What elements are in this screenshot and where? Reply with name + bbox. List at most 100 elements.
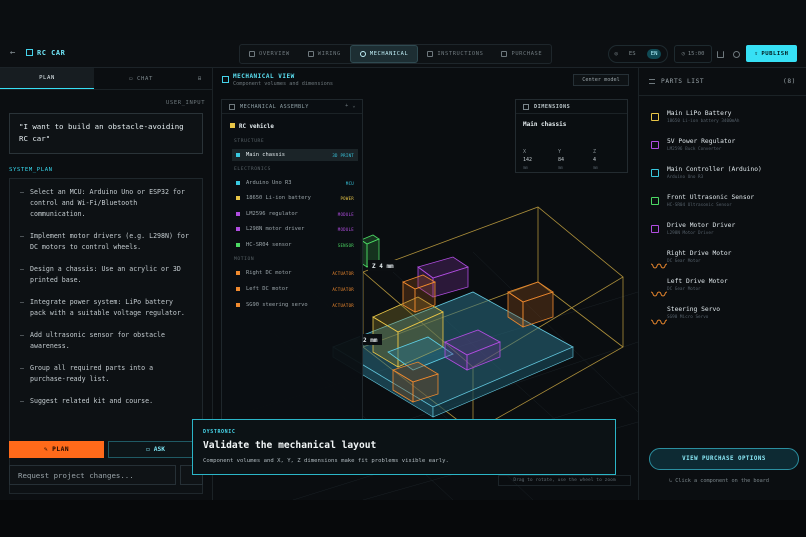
part-name: Left Drive Motor <box>667 278 728 285</box>
part-sub: HC-SR04 Ultrasonic Sensor <box>667 203 732 208</box>
part-sub: 18650 Li-ion battery 3400mAh <box>667 119 740 124</box>
tree-root[interactable]: RC vehicle <box>230 123 274 130</box>
item-tag: 3D PRINT <box>332 152 354 158</box>
chat-icon: ▭ <box>129 75 134 82</box>
tree-item-right-motor[interactable]: Right DC motor ACTUATOR <box>232 267 358 279</box>
tree-item-motor-driver[interactable]: L298N motor driver MODULE <box>232 223 358 235</box>
time-display[interactable]: ◷ 15:00 <box>674 45 712 63</box>
color-swatch <box>236 287 240 291</box>
plan-step: Group all required parts into a purchase… <box>20 363 192 385</box>
plan-button[interactable]: ✎ PLAN <box>9 441 104 458</box>
tab-mechanical[interactable]: MECHANICAL <box>349 45 419 63</box>
cube-icon <box>26 49 33 56</box>
tree-item-sensor[interactable]: HC-SR04 sensor SENSOR <box>232 239 358 251</box>
drag-hint: Drag to rotate, use the wheel to zoom <box>498 475 631 486</box>
item-label: LM2596 regulator <box>246 211 298 217</box>
item-tag: MCU <box>345 180 354 186</box>
dim-z-label: Z <box>593 149 597 155</box>
section-motion: MOTION <box>234 257 255 262</box>
tree-item-left-motor[interactable]: Left DC motor ACTUATOR <box>232 283 358 295</box>
tab-wiring[interactable]: WIRING <box>299 45 350 63</box>
publish-button[interactable]: ⇪ PUBLISH <box>746 45 797 62</box>
plan-button-label: PLAN <box>52 446 70 453</box>
view-purchase-options-button[interactable]: VIEW PURCHASE OPTIONS <box>649 448 799 470</box>
globe-icon[interactable]: ◎ <box>615 51 618 57</box>
dimension-z-label: Z 4 mm <box>368 260 396 271</box>
callout-text: Component volumes and X, Y, Z dimensions… <box>203 458 449 464</box>
item-tag: ACTUATOR <box>332 286 354 292</box>
language-switch: ◎ ES EN <box>608 45 668 63</box>
request-input[interactable]: Request project changes... <box>9 465 176 485</box>
tree-item-battery[interactable]: 18650 Li-ion battery POWER <box>232 192 358 204</box>
part-name: Main Controller (Arduino) <box>667 166 762 173</box>
plan-step: Select an MCU: Arduino Uno or ESP32 for … <box>20 187 192 220</box>
app-window: ← RC CAR OVERVIEW WIRING MECHANICAL INST… <box>0 0 806 500</box>
globe-icon[interactable] <box>733 51 740 58</box>
ruler-icon <box>523 104 529 110</box>
dimension-part-name: Main chassis <box>523 121 567 128</box>
top-bar: ← RC CAR OVERVIEW WIRING MECHANICAL INST… <box>0 40 806 68</box>
tree-item-main-chassis[interactable]: Main chassis 3D PRINT <box>232 149 358 161</box>
part-name: Right Drive Motor <box>667 250 732 257</box>
ask-button-label: ASK <box>153 446 165 453</box>
chevron-down-icon[interactable]: + ⌄ <box>345 103 356 109</box>
download-icon[interactable] <box>717 51 724 58</box>
tab-label: PURCHASE <box>511 51 543 57</box>
parts-list-title: PARTS LIST <box>661 78 705 85</box>
time-value: 15:00 <box>687 51 705 57</box>
tab-chat[interactable]: ▭ CHAT <box>94 68 188 89</box>
project-title: RC CAR <box>26 49 65 57</box>
part-name: Steering Servo <box>667 306 721 313</box>
dim-x: X 142 mm <box>523 148 532 172</box>
dim-x-value: 142 <box>523 157 533 163</box>
dim-y-label: Y <box>558 149 562 155</box>
tab-overview[interactable]: OVERVIEW <box>240 45 299 63</box>
dimension-x-label: 2 mm <box>360 334 382 345</box>
item-label: Right DC motor <box>246 270 292 276</box>
servo-block[interactable] <box>402 274 436 313</box>
part-sub: Arduino Uno R3 <box>667 175 704 180</box>
back-arrow-icon[interactable]: ← <box>10 48 15 58</box>
callout-title: Validate the mechanical layout <box>203 440 377 451</box>
view-tabs: OVERVIEW WIRING MECHANICAL INSTRUCTIONS … <box>239 44 553 64</box>
tab-label: OVERVIEW <box>259 51 290 57</box>
color-swatch <box>236 227 240 231</box>
tab-label: MECHANICAL <box>369 51 409 57</box>
color-swatch <box>236 271 240 275</box>
mechanical-assembly-panel: MECHANICAL ASSEMBLY + ⌄ RC vehicle STRUCT… <box>221 99 363 456</box>
tree-root-label: RC vehicle <box>239 124 274 130</box>
cart-icon <box>501 51 508 57</box>
share-icon: ⇪ <box>754 50 759 57</box>
z-dim-text: Z 4 mm <box>372 263 394 270</box>
lang-en-button[interactable]: EN <box>646 49 662 59</box>
tab-plan[interactable]: PLAN <box>0 68 94 89</box>
panel-toggle-icon[interactable]: ⊟ <box>188 68 212 89</box>
lang-es-button[interactable]: ES <box>629 51 636 57</box>
tab-instructions[interactable]: INSTRUCTIONS <box>418 45 492 63</box>
item-label: Main chassis <box>246 152 285 158</box>
parts-list-header: PARTS LIST (8) <box>639 68 806 96</box>
dim-unit: mm <box>523 165 528 170</box>
section-electronics: ELECTRONICS <box>234 167 272 172</box>
tab-purchase[interactable]: PURCHASE <box>492 45 551 63</box>
tree-item-regulator[interactable]: LM2596 regulator MODULE <box>232 208 358 220</box>
user-prompt: "I want to build an obstacle-avoiding RC… <box>9 113 203 154</box>
color-swatch <box>236 196 240 200</box>
plan-step: Implement motor drivers (e.g. L298N) for… <box>20 231 192 253</box>
tab-label: INSTRUCTIONS <box>437 51 484 57</box>
center-model-button[interactable]: Center model <box>573 74 629 86</box>
tree-item-servo[interactable]: SG90 steering servo ACTUATOR <box>232 299 358 311</box>
dim-y-value: 84 <box>558 157 565 163</box>
system-plan-label: SYSTEM_PLAN <box>9 167 53 173</box>
part-sub: SG90 Micro Servo <box>667 315 709 320</box>
color-swatch <box>236 181 240 185</box>
tree-item-arduino[interactable]: Arduino Uno R3 MCU <box>232 177 358 189</box>
pulse-icon: 〰 <box>651 285 668 304</box>
dimensions-title: DIMENSIONS <box>534 104 571 110</box>
ask-button[interactable]: ▭ ASK <box>108 441 203 458</box>
part-name: Front Ultrasonic Sensor <box>667 194 755 201</box>
cube-icon <box>222 76 229 83</box>
part-name: Drive Motor Driver <box>667 222 736 229</box>
dim-x-label: X <box>523 149 527 155</box>
sensor-icon <box>651 197 659 205</box>
